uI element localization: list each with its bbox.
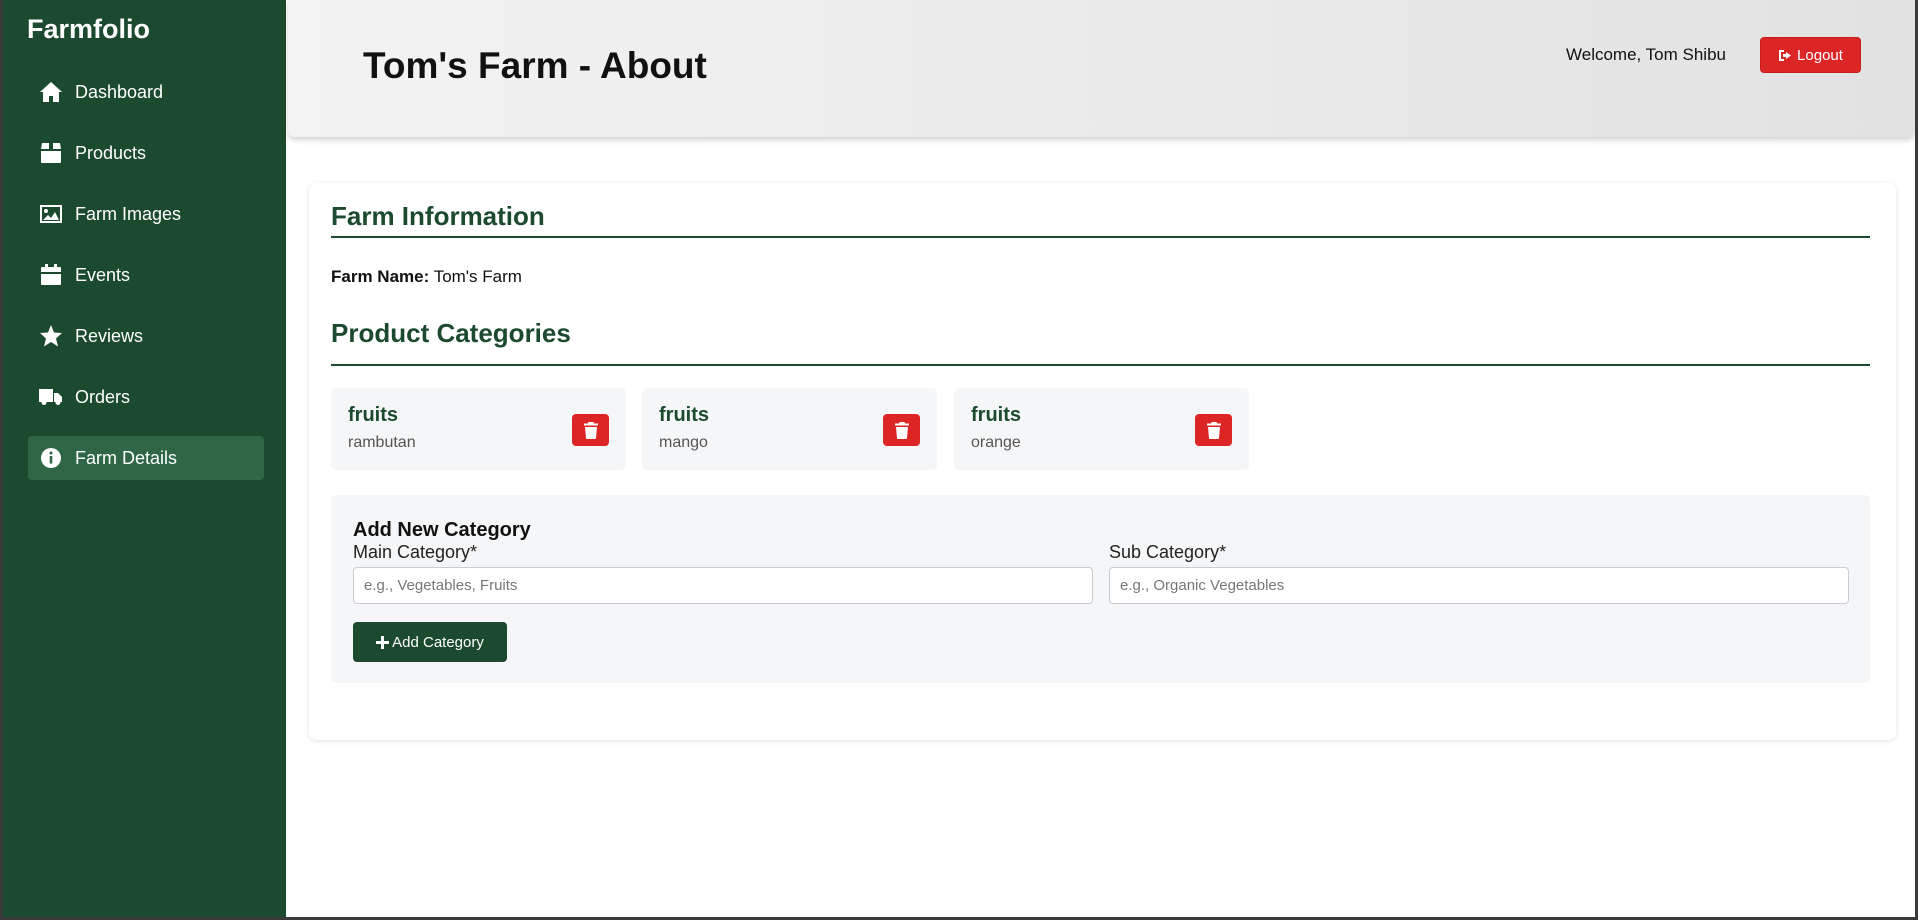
- home-icon: [39, 80, 63, 104]
- farm-information-heading: Farm Information: [331, 201, 545, 231]
- sidebar-item-farm-images[interactable]: Farm Images: [28, 192, 264, 236]
- logout-icon: [1779, 49, 1792, 61]
- sidebar-item-label: Products: [75, 142, 147, 163]
- section-divider: [331, 236, 1870, 238]
- logout-label: Logout: [1797, 46, 1843, 64]
- product-categories-heading: Product Categories: [331, 318, 571, 348]
- brand-logo[interactable]: Farmfolio: [27, 14, 150, 45]
- main-category-label: Main Category*: [353, 542, 478, 562]
- app-window: Farmfolio Dashboard Products Farm Images: [3, 0, 1915, 917]
- category-sub: mango: [659, 434, 708, 451]
- trash-icon: [1206, 421, 1221, 439]
- farm-name-row: Farm Name: Tom's Farm: [331, 267, 522, 287]
- page-title: Tom's Farm - About: [363, 45, 707, 86]
- sidebar-item-label: Events: [75, 264, 131, 285]
- sub-category-input[interactable]: [1109, 567, 1849, 604]
- category-card: fruits rambutan: [331, 388, 626, 470]
- sidebar-item-products[interactable]: Products: [28, 131, 264, 175]
- sidebar-item-events[interactable]: Events: [28, 253, 264, 297]
- sidebar-nav: Dashboard Products Farm Images Events Re…: [28, 70, 264, 497]
- delete-category-button[interactable]: [883, 414, 920, 446]
- welcome-text: Welcome, Tom Shibu: [1566, 45, 1726, 64]
- image-icon: [39, 202, 63, 226]
- main-category-input[interactable]: [353, 567, 1093, 604]
- section-divider: [331, 364, 1870, 366]
- category-main: fruits: [659, 404, 709, 426]
- sidebar-item-label: Dashboard: [75, 81, 164, 102]
- sidebar-item-reviews[interactable]: Reviews: [28, 314, 264, 358]
- category-main: fruits: [348, 404, 398, 426]
- trash-icon: [894, 421, 909, 439]
- sidebar: Farmfolio Dashboard Products Farm Images: [3, 0, 286, 917]
- plus-icon: [376, 635, 390, 649]
- sub-category-label: Sub Category*: [1109, 542, 1227, 562]
- sidebar-item-label: Farm Details: [75, 447, 178, 468]
- logout-button[interactable]: Logout: [1760, 37, 1861, 73]
- category-sub: rambutan: [348, 434, 416, 451]
- farm-name-label: Farm Name:: [331, 267, 430, 286]
- sidebar-item-farm-details[interactable]: Farm Details: [28, 436, 264, 480]
- sidebar-item-orders[interactable]: Orders: [28, 375, 264, 419]
- farm-name-value: Tom's Farm: [433, 267, 522, 286]
- trash-icon: [583, 421, 598, 439]
- sidebar-item-label: Reviews: [75, 325, 144, 346]
- farm-details-card: Farm Information Farm Name: Tom's Farm P…: [309, 183, 1896, 740]
- category-sub: orange: [971, 434, 1021, 451]
- info-icon: [39, 446, 63, 470]
- truck-icon: [39, 385, 63, 409]
- category-card: fruits mango: [642, 388, 937, 470]
- top-header: Tom's Farm - About Welcome, Tom Shibu Lo…: [288, 0, 1915, 137]
- delete-category-button[interactable]: [572, 414, 609, 446]
- sidebar-item-dashboard[interactable]: Dashboard: [28, 70, 264, 114]
- sidebar-item-label: Farm Images: [75, 203, 182, 224]
- add-category-button[interactable]: Add Category: [353, 622, 507, 662]
- sidebar-item-label: Orders: [75, 386, 131, 407]
- star-icon: [39, 324, 63, 348]
- box-icon: [39, 141, 63, 165]
- add-category-label: Add Category: [392, 633, 484, 651]
- delete-category-button[interactable]: [1195, 414, 1232, 446]
- add-category-panel: Add New Category Main Category* Sub Cate…: [331, 495, 1870, 683]
- add-category-title: Add New Category: [353, 519, 531, 541]
- calendar-icon: [39, 263, 63, 287]
- category-main: fruits: [971, 404, 1021, 426]
- category-card: fruits orange: [954, 388, 1249, 470]
